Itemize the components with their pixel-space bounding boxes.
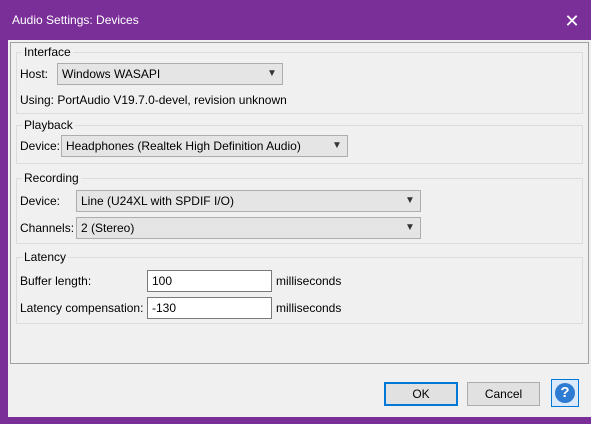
playback-group: Playback Device: Headphones (Realtek Hig… xyxy=(16,118,583,164)
latency-group: Latency Buffer length: milliseconds Late… xyxy=(16,250,583,324)
buffer-length-input[interactable] xyxy=(147,270,272,292)
interface-group: Interface Host: Windows WASAPI ▼ Using: … xyxy=(16,45,583,114)
recording-device-label: Device: xyxy=(20,194,61,208)
playback-group-title: Playback xyxy=(22,118,75,132)
window-border-bottom xyxy=(0,417,591,424)
channels-select-value: 2 (Stereo) xyxy=(81,221,135,235)
title-bar[interactable]: Audio Settings: Devices ✕ xyxy=(0,0,591,40)
buffer-length-unit: milliseconds xyxy=(276,274,342,288)
buffer-length-label: Buffer length: xyxy=(20,274,92,288)
latency-compensation-input[interactable] xyxy=(147,297,272,319)
recording-device-select[interactable]: Line (U24XL with SPDIF I/O) ▼ xyxy=(76,190,421,212)
close-icon[interactable]: ✕ xyxy=(560,9,584,33)
settings-pane: Interface Host: Windows WASAPI ▼ Using: … xyxy=(10,42,589,364)
window-title: Audio Settings: Devices xyxy=(12,13,139,27)
chevron-down-icon: ▼ xyxy=(405,195,415,206)
chevron-down-icon: ▼ xyxy=(332,140,342,151)
recording-device-value: Line (U24XL with SPDIF I/O) xyxy=(81,194,234,208)
playback-device-label: Device: xyxy=(20,139,61,153)
recording-group: Recording Device: Line (U24XL with SPDIF… xyxy=(16,171,583,244)
latency-compensation-unit: milliseconds xyxy=(276,301,342,315)
recording-group-title: Recording xyxy=(22,171,81,185)
help-icon: ? xyxy=(555,383,575,403)
help-button[interactable]: ? xyxy=(551,379,579,407)
host-label: Host: xyxy=(20,67,49,81)
ok-button[interactable]: OK xyxy=(384,382,458,406)
playback-device-select[interactable]: Headphones (Realtek High Definition Audi… xyxy=(61,135,348,157)
interface-group-title: Interface xyxy=(22,45,73,59)
channels-label: Channels: xyxy=(20,221,75,235)
latency-group-title: Latency xyxy=(22,250,69,264)
cancel-button[interactable]: Cancel xyxy=(467,382,540,406)
host-select-value: Windows WASAPI xyxy=(62,67,161,81)
chevron-down-icon: ▼ xyxy=(405,222,415,233)
channels-select[interactable]: 2 (Stereo) ▼ xyxy=(76,217,421,239)
host-select[interactable]: Windows WASAPI ▼ xyxy=(57,63,283,85)
window-border-left xyxy=(0,40,8,424)
using-info-text: Using: PortAudio V19.7.0-devel, revision… xyxy=(20,93,287,107)
dialog-client-area: Interface Host: Windows WASAPI ▼ Using: … xyxy=(8,40,591,417)
chevron-down-icon: ▼ xyxy=(267,68,277,79)
playback-device-value: Headphones (Realtek High Definition Audi… xyxy=(66,139,301,153)
latency-compensation-label: Latency compensation: xyxy=(20,301,144,315)
